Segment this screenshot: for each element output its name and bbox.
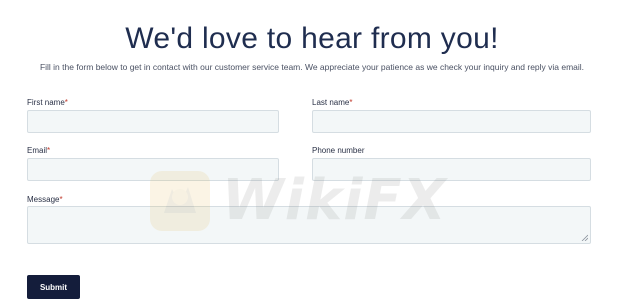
email-label-text: Email [27,146,48,155]
email-label: Email* [27,146,50,155]
message-label-text: Message [27,195,60,204]
phone-label: Phone number [312,146,364,155]
submit-button[interactable]: Submit [27,275,80,299]
watermark-text: WikiFX [222,168,447,233]
first-name-label: First name* [27,98,68,107]
first-name-label-text: First name [27,98,65,107]
required-mark: * [64,98,68,107]
last-name-label: Last name* [312,98,352,107]
resize-handle-icon[interactable] [581,234,588,241]
required-mark: * [59,195,63,204]
required-mark: * [47,146,51,155]
page-title: We'd love to hear from you! [125,22,499,55]
watermark: WikiFX [148,168,447,233]
page-subtitle: Fill in the form below to get in contact… [39,62,585,72]
wikifx-logo-icon [150,170,210,231]
message-label: Message* [27,195,63,204]
required-mark: * [349,98,353,107]
last-name-input[interactable] [312,110,591,133]
last-name-label-text: Last name [312,98,350,107]
phone-label-text: Phone number [312,146,365,155]
first-name-input[interactable] [27,110,279,133]
